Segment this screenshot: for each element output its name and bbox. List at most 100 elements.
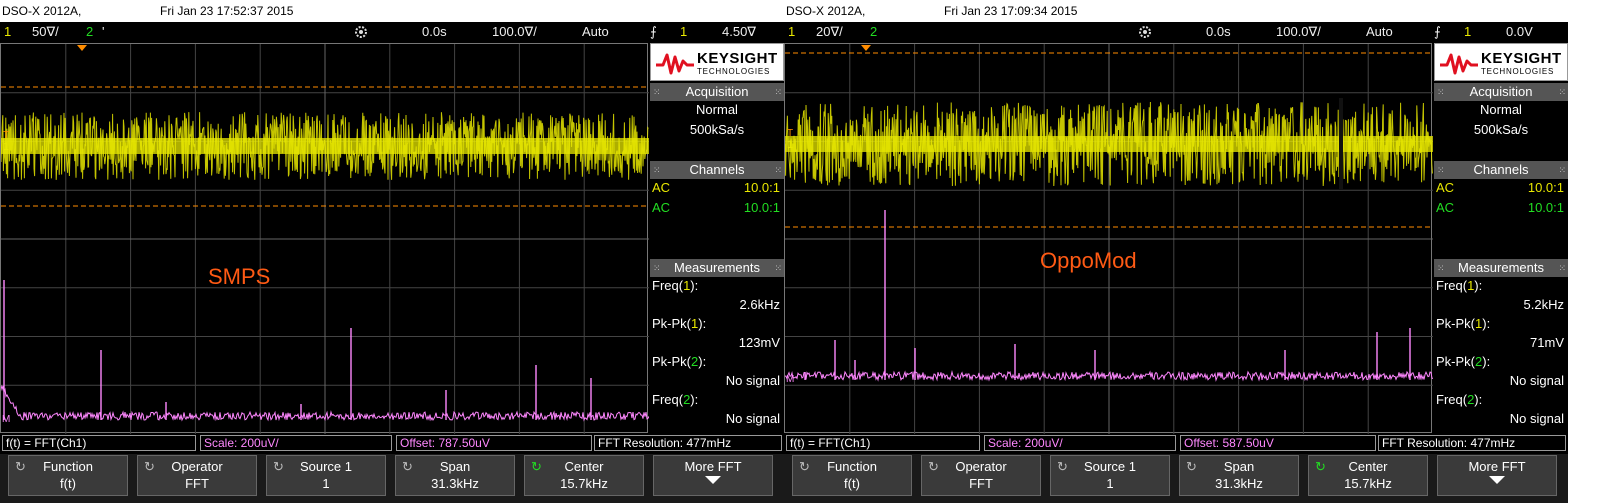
acquisition-header-label: Acquisition — [1469, 84, 1533, 99]
softkey-operator[interactable]: ↻ Operator FFT — [921, 455, 1041, 496]
softkey-function[interactable]: ↻ Function f(t) — [792, 455, 912, 496]
scope-panel-2: DSO-X 2012A, Fri Jan 23 17:09:34 2015 1 20∇… — [784, 0, 1568, 503]
channel-probe: 10.0:1 — [743, 180, 780, 195]
fft-function: f(t) = FFT(Ch1) — [2, 435, 196, 451]
entry-knob-icon: ↻ — [144, 459, 155, 474]
measurement-func: Pk-Pk( — [1436, 354, 1475, 369]
measurement-value: 123mV — [738, 335, 780, 350]
acquisition-mode: Normal — [696, 102, 738, 117]
measurement-name-text: Freq(1): — [652, 278, 698, 293]
run-mode[interactable]: Auto — [1366, 24, 1393, 39]
ch1-label[interactable]: 1 — [4, 24, 11, 39]
timebase-scale[interactable]: 100.0∇/ — [492, 24, 537, 40]
softkey-bar: ↻ Function f(t) ↻ Operator FFT ↻ Source 1 1 ↻ Span… — [784, 454, 1568, 503]
entry-knob-icon: ↻ — [1186, 459, 1197, 474]
channel-coupling: AC — [1436, 180, 1455, 195]
trigger-position-marker — [861, 45, 871, 51]
time-position[interactable]: 0.0s — [1206, 24, 1231, 39]
grip-icon: ⁙ — [774, 87, 781, 97]
measurements-header-label: Measurements — [674, 260, 760, 275]
settings-gear-icon[interactable] — [1137, 24, 1153, 40]
softkey-value: FFT — [185, 476, 209, 491]
acquisition-header[interactable]: ⁙ Acquisition ⁙ — [650, 83, 784, 101]
trigger-level-marker: T — [787, 128, 793, 139]
submenu-arrow-icon — [705, 476, 721, 484]
run-mode[interactable]: Auto — [582, 24, 609, 39]
fft-scale: Scale: 200uV/ — [984, 435, 1176, 451]
submenu-arrow-icon — [1489, 476, 1505, 484]
acquisition-mode: Normal — [1480, 102, 1522, 117]
measurement-name-text: Freq(2): — [652, 392, 698, 407]
softkey-more-fft[interactable]: More FFT — [1437, 455, 1557, 496]
ch1-label[interactable]: 1 — [788, 24, 795, 39]
softkey-label: Source 1 — [1083, 459, 1137, 474]
measurement-func: Freq( — [652, 278, 684, 293]
keysight-wave-icon — [656, 53, 694, 75]
softkey-center[interactable]: ↻ Center 15.7kHz — [1308, 455, 1428, 496]
channels-header[interactable]: ⁙ Channels ⁙ — [650, 161, 784, 179]
softkey-value: f(t) — [60, 476, 76, 491]
measurement-name-text: Freq(2): — [1436, 392, 1482, 407]
softkey-operator[interactable]: ↻ Operator FFT — [137, 455, 257, 496]
side-info-panel: KEYSIGHT TECHNOLOGIES ⁙ Acquisition ⁙ Normal 5… — [1434, 43, 1568, 433]
waveform-display[interactable]: 1T M — [784, 43, 1433, 434]
measurement-name-text: Freq(1): — [1436, 278, 1482, 293]
measurement-func: Pk-Pk( — [652, 354, 691, 369]
softkey-value: 1 — [322, 476, 330, 491]
measurement-close: ): — [1474, 278, 1483, 293]
trigger-channel[interactable]: 1 — [1464, 24, 1471, 39]
screenshot-root: DSO-X 2012A, Fri Jan 23 17:52:37 2015 1 50∇… — [0, 0, 1600, 503]
softkey-label: Function — [43, 459, 93, 474]
channels-header[interactable]: ⁙ Channels ⁙ — [1434, 161, 1568, 179]
measurements-header[interactable]: ⁙ Measurements ⁙ — [1434, 259, 1568, 277]
trigger-channel[interactable]: 1 — [680, 24, 687, 39]
trigger-level[interactable]: 0.0V — [1506, 24, 1533, 39]
softkey-source-1[interactable]: ↻ Source 1 1 — [1050, 455, 1170, 496]
measurement-value: 2.6kHz — [739, 297, 780, 312]
measurement-value: 71mV — [1530, 335, 1564, 350]
measurement-close: ): — [1482, 316, 1491, 331]
trigger-icon: ⨍ — [1434, 24, 1441, 39]
measurement-value: No signal — [725, 373, 780, 388]
grip-icon: ⁙ — [774, 263, 781, 273]
softkey-span[interactable]: ↻ Span 31.3kHz — [395, 455, 515, 496]
trigger-level[interactable]: 4.50∇ — [722, 24, 756, 40]
trigger-icon: ⨍ — [650, 24, 657, 39]
measurement-func: Freq( — [1436, 278, 1468, 293]
keysight-logo: KEYSIGHT TECHNOLOGIES — [650, 43, 784, 81]
brand-tagline: TECHNOLOGIES — [697, 67, 771, 76]
measurements-header[interactable]: ⁙ Measurements ⁙ — [650, 259, 784, 277]
entry-knob-icon: ↻ — [1315, 459, 1326, 474]
entry-knob-icon: ↻ — [928, 459, 939, 474]
status-bar: 1 50∇/ 2 ' 0.0s 100.0∇/ Auto ⨍ 1 4.50∇ — [0, 22, 784, 42]
softkey-span[interactable]: ↻ Span 31.3kHz — [1179, 455, 1299, 496]
channel1-ground-marker: 1 — [3, 141, 9, 153]
timebase-scale[interactable]: 100.0∇/ — [1276, 24, 1321, 40]
fft-offset: Offset: 787.50uV — [396, 435, 592, 451]
measurement-close: ): — [1474, 392, 1483, 407]
time-position[interactable]: 0.0s — [422, 24, 447, 39]
grip-icon: ⁙ — [653, 87, 660, 97]
ch2-label[interactable]: 2 — [86, 24, 93, 39]
softkey-function[interactable]: ↻ Function f(t) — [8, 455, 128, 496]
fft-offset: Offset: 587.50uV — [1180, 435, 1376, 451]
measurement-close: ): — [698, 316, 707, 331]
acquisition-header[interactable]: ⁙ Acquisition ⁙ — [1434, 83, 1568, 101]
keysight-wave-icon — [1440, 53, 1478, 75]
channel1-dropout — [1339, 98, 1343, 190]
fft-info-bar: f(t) = FFT(Ch1) Scale: 200uV/Offset: 587.… — [784, 434, 1568, 452]
softkey-source-1[interactable]: ↻ Source 1 1 — [266, 455, 386, 496]
ch1-scale[interactable]: 50∇/ — [32, 24, 59, 40]
softkey-center[interactable]: ↻ Center 15.7kHz — [524, 455, 644, 496]
measurement-value: No signal — [1509, 373, 1564, 388]
ch1-scale[interactable]: 20∇/ — [816, 24, 843, 40]
trigger-level-marker: T — [3, 130, 9, 141]
measurement-value: No signal — [725, 411, 780, 426]
measurement-close: ): — [690, 278, 699, 293]
softkey-label: Function — [827, 459, 877, 474]
channel-probe: 10.0:1 — [1527, 200, 1564, 215]
softkey-more-fft[interactable]: More FFT — [653, 455, 773, 496]
ch2-label[interactable]: 2 — [870, 24, 877, 39]
settings-gear-icon[interactable] — [353, 24, 369, 40]
waveform-display[interactable]: 1T M — [0, 43, 649, 434]
